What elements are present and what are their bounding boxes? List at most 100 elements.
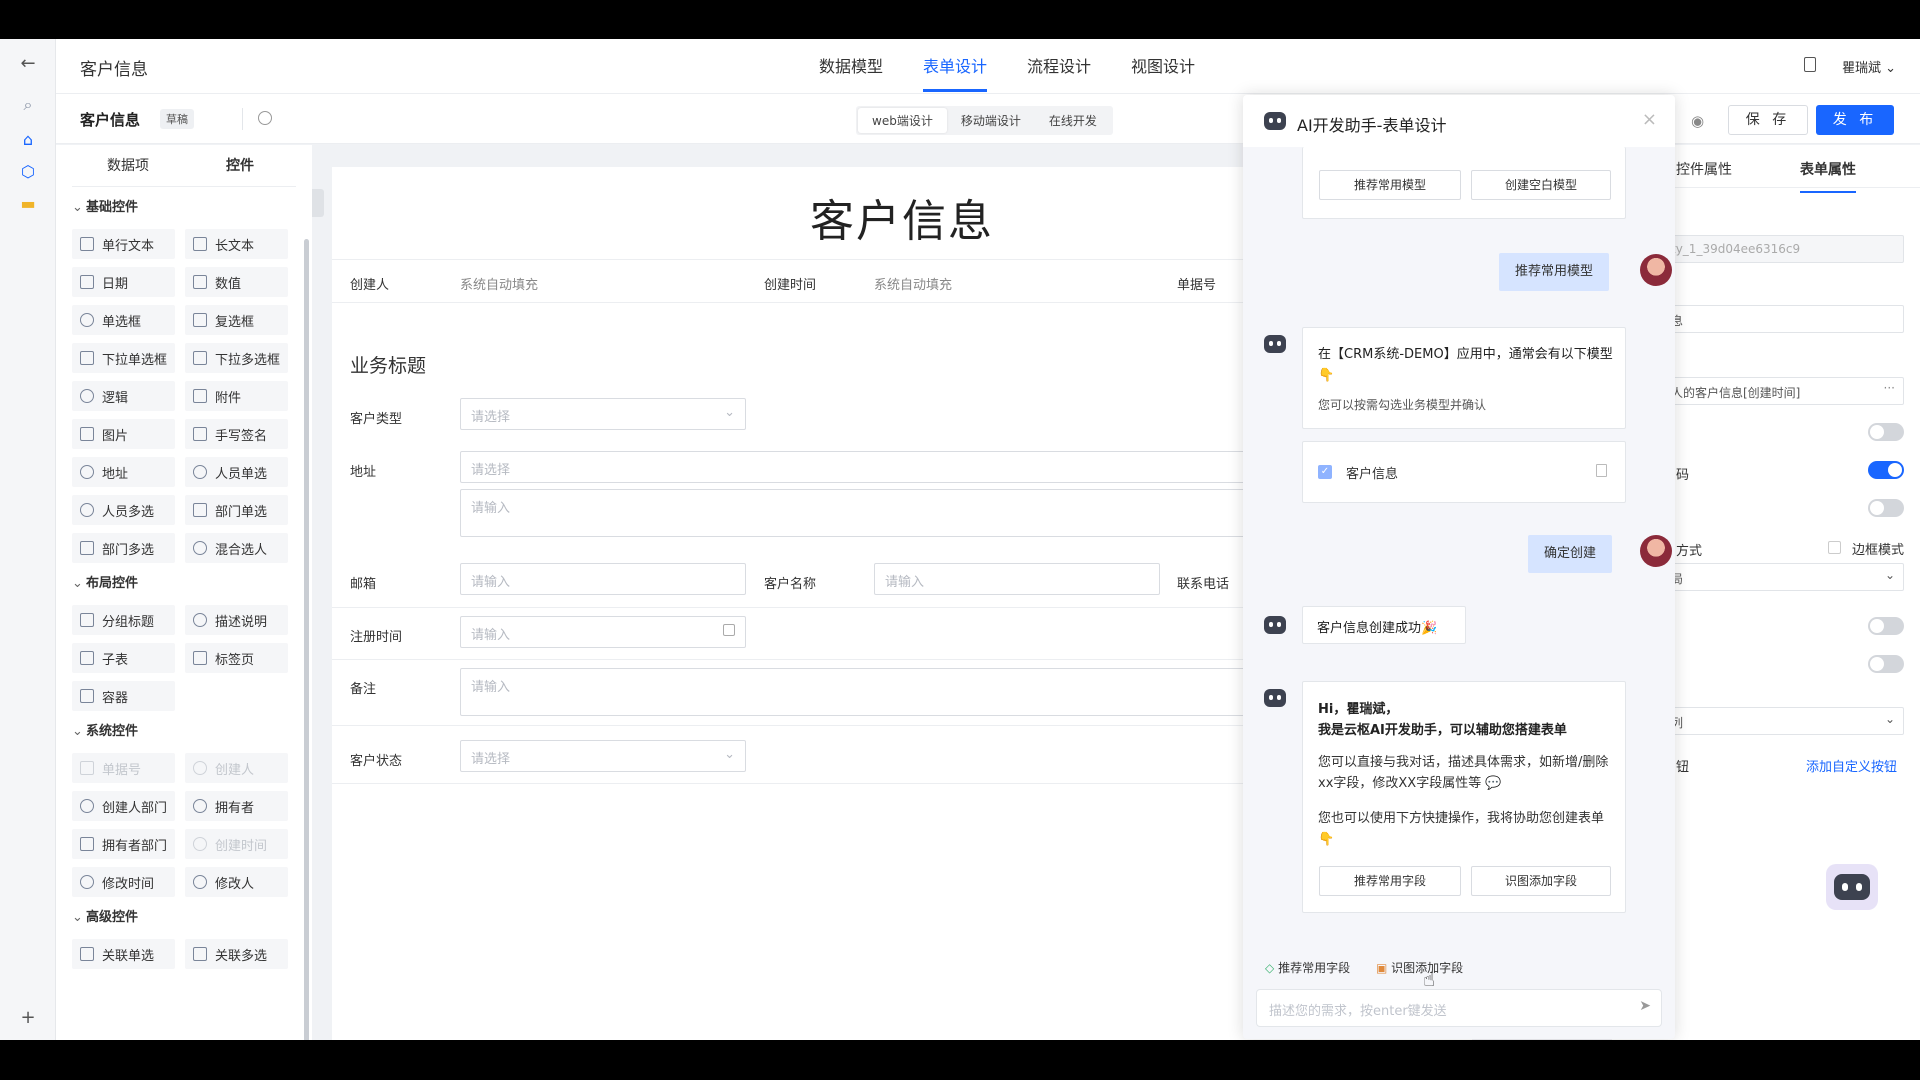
creator-label: 创建人 — [350, 278, 390, 293]
control-number[interactable]: 数值 — [185, 267, 288, 297]
control-address[interactable]: 地址 — [72, 457, 175, 487]
control-subtable[interactable]: 子表 — [72, 643, 175, 673]
left-panel-scrollbar[interactable] — [304, 239, 309, 1040]
tab-form-design[interactable]: 表单设计 — [923, 39, 988, 94]
group-header-system[interactable]: ⌄ 系统控件 — [72, 717, 296, 747]
control-checkbox[interactable]: 复选框 — [185, 305, 288, 335]
add-icon[interactable]: + — [18, 1007, 38, 1028]
control-date[interactable]: 日期 — [72, 267, 175, 297]
control-relation-single[interactable]: 关联单选 — [72, 939, 175, 969]
address-detail-input[interactable]: 请输入 — [460, 489, 1260, 537]
save-button[interactable]: 保 存 — [1728, 105, 1808, 135]
document-icon[interactable] — [1804, 57, 1816, 72]
history-icon[interactable] — [258, 111, 272, 125]
email-input[interactable]: 请输入 — [460, 563, 746, 595]
tab-controls[interactable]: 控件 — [184, 145, 296, 186]
eye-icon[interactable]: ◉ — [1691, 112, 1704, 130]
search-icon[interactable]: ⌕ — [18, 95, 38, 115]
control-description[interactable]: 描述说明 — [185, 605, 288, 635]
customer-type-select[interactable]: 请选择 ⌄ — [460, 398, 746, 430]
layout-select[interactable]: 局 ⌄ — [1662, 563, 1904, 591]
create-blank-model-button[interactable]: 创建空白模型 — [1471, 170, 1611, 200]
control-dept-single[interactable]: 部门单选 — [185, 495, 288, 525]
control-long-text[interactable]: 长文本 — [185, 229, 288, 259]
control-relation-multi[interactable]: 关联多选 — [185, 939, 288, 969]
control-tabs[interactable]: 标签页 — [185, 643, 288, 673]
tab-flow-design[interactable]: 流程设计 — [1027, 39, 1091, 94]
control-attachment[interactable]: 附件 — [185, 381, 288, 411]
control-owner[interactable]: 拥有者 — [185, 791, 288, 821]
tab-control-props[interactable]: 控件属性 — [1676, 159, 1732, 179]
folder-icon[interactable]: ▬ — [18, 193, 38, 213]
control-single-text[interactable]: 单行文本 — [72, 229, 175, 259]
title-format-field[interactable]: 人的客户信息[创建时间] ··· — [1662, 377, 1904, 405]
user-menu[interactable]: 瞿瑞斌 ⌄ — [1842, 57, 1896, 76]
control-radio[interactable]: 单选框 — [72, 305, 175, 335]
toggle-switch[interactable] — [1868, 655, 1904, 673]
control-container[interactable]: 容器 — [72, 681, 175, 711]
doc-number-label: 单据号 — [1177, 278, 1217, 293]
publish-button[interactable]: 发 布 — [1816, 105, 1894, 135]
control-modify-time[interactable]: 修改时间 — [72, 867, 175, 897]
control-creator-dept[interactable]: 创建人部门 — [72, 791, 175, 821]
remark-label: 备注 — [350, 682, 377, 697]
control-group-title[interactable]: 分组标题 — [72, 605, 175, 635]
chip-label: 推荐常用字段 — [1278, 961, 1351, 975]
cube-icon[interactable]: ⬡ — [18, 161, 38, 181]
control-dropdown-single[interactable]: 下拉单选框 — [72, 343, 175, 373]
link-multi-icon — [193, 947, 207, 961]
toggle-switch[interactable] — [1868, 499, 1904, 517]
quick-chip-image[interactable]: ▣ 识图添加字段 — [1376, 959, 1463, 976]
control-logic[interactable]: 逻辑 — [72, 381, 175, 411]
remark-input[interactable]: 请输入 — [460, 668, 1260, 716]
send-icon[interactable]: ➤ — [1639, 998, 1651, 1014]
control-dropdown-multi[interactable]: 下拉多选框 — [185, 343, 288, 373]
control-modifier[interactable]: 修改人 — [185, 867, 288, 897]
group-header-basic[interactable]: ⌄ 基础控件 — [72, 193, 296, 223]
control-person-single[interactable]: 人员单选 — [185, 457, 288, 487]
reg-time-input[interactable]: 请输入 — [460, 616, 746, 648]
column-select[interactable]: 列 ⌄ — [1662, 707, 1904, 735]
tab-data-items[interactable]: 数据项 — [72, 145, 184, 186]
mode-mobile[interactable]: 移动端设计 — [947, 108, 1035, 133]
border-mode-checkbox[interactable] — [1828, 541, 1841, 554]
mode-online-dev[interactable]: 在线开发 — [1035, 108, 1111, 133]
document-icon[interactable] — [1596, 464, 1607, 477]
control-signature[interactable]: 手写签名 — [185, 419, 288, 449]
checkbox-icon — [193, 313, 207, 327]
customer-name-input[interactable]: 请输入 — [874, 563, 1160, 595]
status-select[interactable]: 请选择 ⌄ — [460, 740, 746, 772]
chevron-down-icon: ⌄ — [72, 200, 83, 215]
close-icon[interactable]: × — [1642, 109, 1657, 130]
group-system: ⌄ 系统控件 单据号 创建人 创建人部门 拥有者 拥有者部门 创建时间 修改时间 … — [56, 717, 312, 897]
address-select[interactable]: 请选择 — [460, 451, 1260, 483]
control-mixed-select[interactable]: 混合选人 — [185, 533, 288, 563]
add-custom-button-link[interactable]: 添加自定义按钮 — [1806, 756, 1897, 775]
mode-web[interactable]: web端设计 — [858, 108, 947, 133]
ai-assistant-launcher[interactable] — [1826, 864, 1878, 910]
control-owner-dept[interactable]: 拥有者部门 — [72, 829, 175, 859]
toggle-switch[interactable] — [1868, 617, 1904, 635]
quick-chip-recommend[interactable]: ◇ 推荐常用字段 — [1265, 959, 1350, 976]
control-person-multi[interactable]: 人员多选 — [72, 495, 175, 525]
group-header-layout[interactable]: ⌄ 布局控件 — [72, 569, 296, 599]
back-arrow-icon[interactable]: ← — [18, 53, 38, 74]
tab-data-model[interactable]: 数据模型 — [819, 39, 883, 94]
recommend-fields-button[interactable]: 推荐常用字段 — [1319, 866, 1461, 896]
toggle-switch[interactable] — [1868, 423, 1904, 441]
control-label: 日期 — [102, 276, 129, 292]
form-name-field[interactable]: 息 — [1662, 305, 1904, 333]
tab-view-design[interactable]: 视图设计 — [1131, 39, 1195, 94]
ai-chat-input[interactable]: 描述您的需求，按enter键发送 ➤ — [1256, 989, 1662, 1027]
image-add-fields-button[interactable]: 识图添加字段 — [1471, 866, 1611, 896]
form-code-field[interactable]: ty_1_39d04ee6316c9 — [1662, 235, 1904, 263]
control-image[interactable]: 图片 — [72, 419, 175, 449]
control-dept-multi[interactable]: 部门多选 — [72, 533, 175, 563]
home-icon[interactable]: ⌂ — [18, 129, 38, 149]
collapse-handle[interactable] — [312, 189, 324, 217]
code-toggle[interactable] — [1868, 461, 1904, 479]
tab-form-props[interactable]: 表单属性 — [1800, 159, 1856, 193]
checkbox-checked-icon[interactable]: ✓ — [1318, 465, 1332, 479]
group-header-advanced[interactable]: ⌄ 高级控件 — [72, 903, 296, 933]
recommend-models-button[interactable]: 推荐常用模型 — [1319, 170, 1461, 200]
